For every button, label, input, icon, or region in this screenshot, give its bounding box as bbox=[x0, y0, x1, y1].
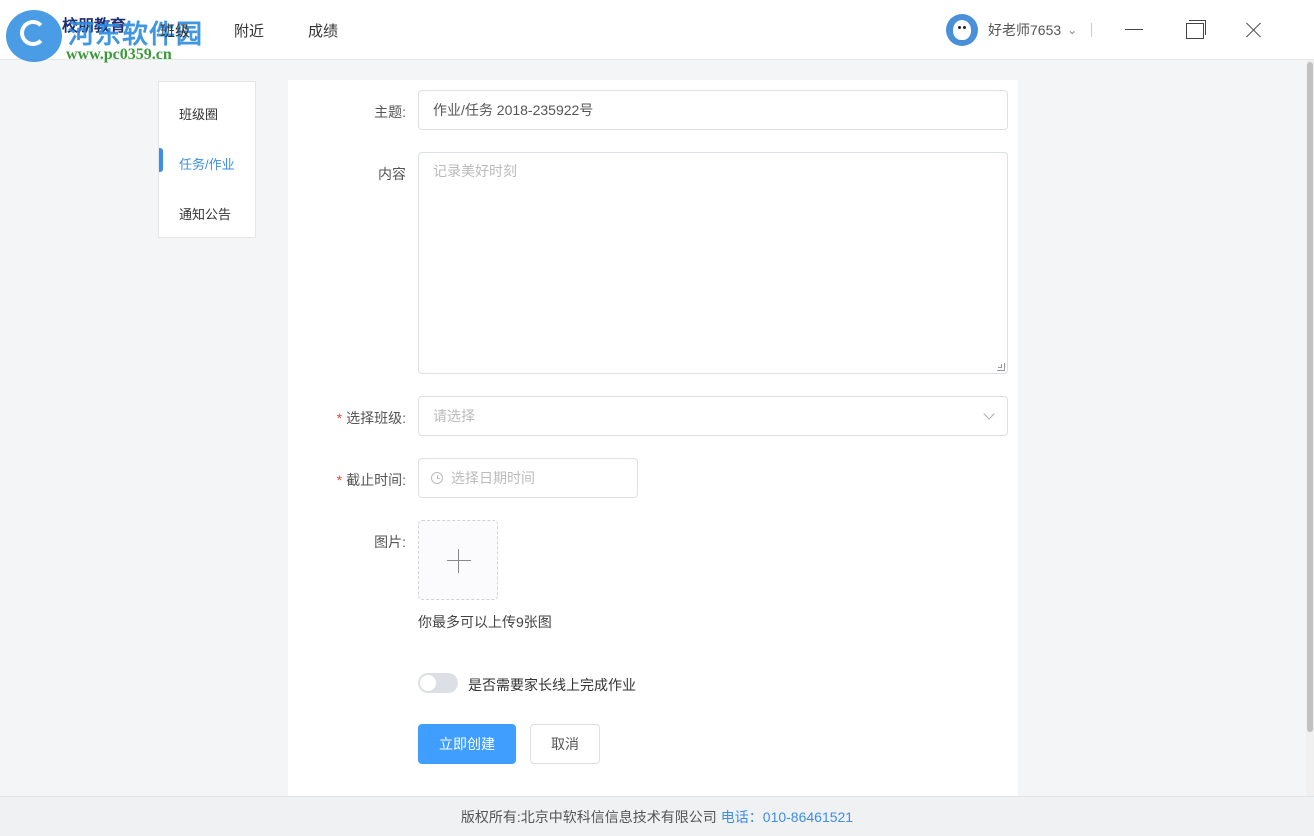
parent-online-toggle[interactable] bbox=[418, 673, 458, 693]
user-name: 好老师7653 bbox=[988, 22, 1062, 38]
resize-handle-icon[interactable] bbox=[997, 363, 1005, 371]
required-mark: * bbox=[336, 410, 343, 426]
maximize-icon[interactable] bbox=[1182, 18, 1206, 42]
subject-label: 主题: bbox=[374, 104, 406, 120]
nav-nearby[interactable]: 附近 bbox=[234, 20, 264, 41]
avatar bbox=[946, 14, 978, 46]
required-mark: * bbox=[336, 472, 343, 488]
top-bar: 校朋教育 河东软件园 www.pc0359.cn 班级 附近 成绩 好老师765… bbox=[0, 0, 1314, 63]
scrollbar[interactable] bbox=[1306, 60, 1314, 796]
class-select[interactable]: 请选择 bbox=[418, 396, 1008, 436]
phone-text: 电话：010-86461521 bbox=[720, 809, 854, 825]
chevron-down-icon: ⌄ bbox=[1067, 23, 1078, 37]
clock-icon bbox=[431, 472, 443, 484]
scrollbar-thumb[interactable] bbox=[1307, 62, 1313, 732]
sidebar-item-notices[interactable]: 通知公告 bbox=[179, 204, 231, 223]
create-button[interactable]: 立即创建 bbox=[418, 724, 516, 764]
side-menu: 班级圈 任务/作业 通知公告 bbox=[158, 81, 256, 238]
class-placeholder: 请选择 bbox=[433, 408, 475, 424]
toggle-label: 是否需要家长线上完成作业 bbox=[468, 677, 636, 693]
minimize-icon[interactable] bbox=[1122, 18, 1146, 42]
subject-value: 作业/任务 2018-235922号 bbox=[433, 102, 594, 118]
watermark-url: www.pc0359.cn bbox=[66, 46, 172, 63]
nav-class[interactable]: 班级 bbox=[160, 20, 190, 41]
sidebar-item-homework[interactable]: 任务/作业 bbox=[179, 154, 235, 173]
nav-grades[interactable]: 成绩 bbox=[308, 20, 338, 41]
content-textarea[interactable]: 记录美好时刻 bbox=[418, 152, 1008, 374]
upload-hint: 你最多可以上传9张图 bbox=[418, 614, 552, 630]
divider bbox=[1091, 23, 1093, 37]
class-label: * 选择班级: bbox=[336, 410, 406, 426]
homework-form: 主题: 作业/任务 2018-235922号 内容 记录美好时刻 * 选择班级: … bbox=[288, 80, 1018, 796]
user-menu[interactable]: 好老师7653 ⌄ bbox=[946, 14, 1093, 46]
deadline-placeholder: 选择日期时间 bbox=[451, 470, 535, 486]
subject-input[interactable]: 作业/任务 2018-235922号 bbox=[418, 90, 1008, 130]
close-icon[interactable] bbox=[1242, 18, 1266, 42]
content-label: 内容 bbox=[378, 166, 406, 182]
content-placeholder: 记录美好时刻 bbox=[433, 163, 517, 179]
deadline-picker[interactable]: 选择日期时间 bbox=[418, 458, 638, 498]
copyright-text: 版权所有:北京中软科信信息技术有限公司 bbox=[460, 809, 717, 825]
active-indicator bbox=[159, 148, 163, 172]
image-label: 图片: bbox=[374, 534, 406, 550]
chevron-down-icon bbox=[983, 408, 995, 420]
logo-icon bbox=[6, 10, 62, 62]
footer: 版权所有:北京中软科信信息技术有限公司 电话：010-86461521 bbox=[0, 796, 1314, 836]
deadline-label: * 截止时间: bbox=[336, 472, 406, 488]
cancel-button[interactable]: 取消 bbox=[530, 724, 600, 764]
sidebar-item-class-circle[interactable]: 班级圈 bbox=[179, 104, 218, 123]
image-upload-button[interactable] bbox=[418, 520, 498, 600]
